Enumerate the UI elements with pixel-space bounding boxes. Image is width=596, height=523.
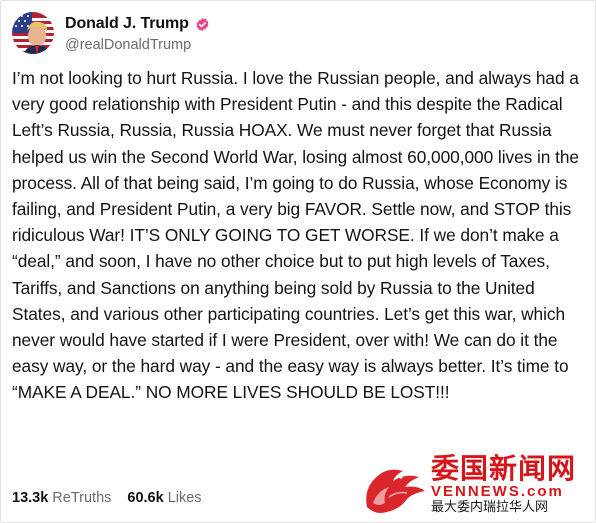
- post-body-text: I’m not looking to hurt Russia. I love t…: [12, 68, 579, 403]
- phoenix-logo-icon: [366, 469, 425, 513]
- post-stats: 13.3k ReTruths 60.6k Likes: [12, 490, 202, 506]
- name-row: Donald J. Trump: [65, 13, 210, 35]
- post-card: Donald J. Trump @realDonaldTrump I’m not…: [0, 0, 596, 523]
- watermark-site: VENNEWS.com: [431, 483, 564, 500]
- author-names: Donald J. Trump @realDonaldTrump: [65, 13, 210, 53]
- retruths-label: ReTruths: [52, 490, 112, 506]
- verified-badge-icon: [195, 17, 210, 32]
- watermark-logo-text: 委国新闻网: [431, 452, 577, 485]
- avatar-flag-portrait-icon: [12, 12, 54, 54]
- user-handle[interactable]: @realDonaldTrump: [65, 37, 210, 53]
- post-header: Donald J. Trump @realDonaldTrump: [12, 10, 210, 56]
- display-name[interactable]: Donald J. Trump: [65, 15, 189, 33]
- watermark: 委国新闻网 VENNEWS.com 最大委内瑞拉华人网: [359, 453, 595, 521]
- likes-stat[interactable]: 60.6k Likes: [127, 490, 201, 506]
- likes-label: Likes: [167, 490, 202, 506]
- retruths-count: 13.3k: [12, 490, 49, 506]
- likes-count: 60.6k: [127, 490, 164, 506]
- avatar[interactable]: [12, 12, 54, 54]
- watermark-tagline: 最大委内瑞拉华人网: [431, 500, 549, 515]
- retruths-stat[interactable]: 13.3k ReTruths: [12, 490, 111, 506]
